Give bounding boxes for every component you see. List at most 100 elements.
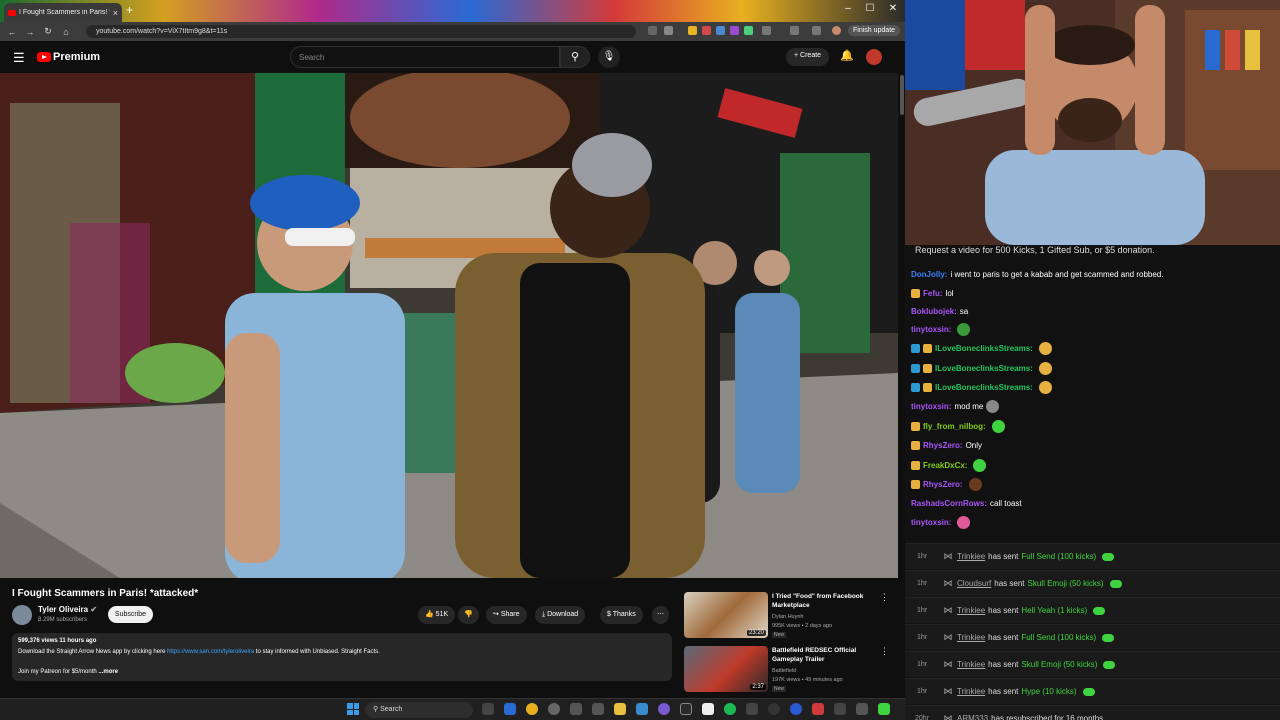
- chat-username[interactable]: DonJolly:: [911, 270, 947, 279]
- puzzle-icon[interactable]: [762, 26, 771, 35]
- app-icon[interactable]: [504, 703, 516, 715]
- dislike-button[interactable]: 👎: [458, 606, 479, 624]
- event-username[interactable]: Trinkiee: [957, 687, 985, 696]
- download-button[interactable]: ⤓ Download: [535, 606, 586, 624]
- recommended-video[interactable]: 23:20 I Tried "Food" from Facebook Marke…: [684, 592, 894, 638]
- search-button[interactable]: ⚲: [560, 46, 590, 68]
- app-icon[interactable]: [834, 703, 846, 715]
- close-tab-icon[interactable]: ×: [113, 8, 118, 18]
- channel-name[interactable]: Tyler Oliveira ✔: [38, 605, 97, 614]
- close-window-button[interactable]: ✕: [881, 3, 905, 14]
- extension-icon[interactable]: [744, 26, 753, 35]
- more-options-icon[interactable]: ⋮: [880, 592, 889, 603]
- share-button[interactable]: ↪ Share: [486, 606, 527, 624]
- profile-icon[interactable]: [832, 26, 841, 35]
- extension-icon[interactable]: [730, 26, 739, 35]
- app-icon[interactable]: [570, 703, 582, 715]
- url-bar[interactable]: youtube.com/watch?v=ViX7tItm9g8&t=11s: [86, 25, 636, 38]
- new-tab-button[interactable]: +: [126, 4, 133, 16]
- chat-username[interactable]: RhysZero:: [923, 480, 963, 489]
- youtube-brand[interactable]: Premium: [53, 51, 100, 63]
- reload-icon[interactable]: ↻: [39, 26, 57, 37]
- account-avatar[interactable]: [866, 49, 882, 65]
- event-username[interactable]: ARM333: [957, 714, 988, 720]
- chat-username[interactable]: RhysZero:: [923, 441, 963, 450]
- app-icon[interactable]: [680, 703, 692, 715]
- create-button[interactable]: + Create: [786, 48, 830, 66]
- tab-youtube[interactable]: I Fought Scammers in Paris! *at ×: [4, 3, 122, 22]
- forward-icon[interactable]: →: [21, 27, 39, 37]
- finish-update-button[interactable]: Finish update: [848, 25, 901, 36]
- extension-icon[interactable]: [716, 26, 725, 35]
- file-explorer-icon[interactable]: [614, 703, 626, 715]
- spotify-icon[interactable]: [724, 703, 736, 715]
- video-thumbnail[interactable]: 2:37: [684, 646, 768, 692]
- event-username[interactable]: Trinkiee: [957, 552, 985, 561]
- chat-username[interactable]: ILoveBoneclinksStreams:: [935, 364, 1033, 373]
- verified-badge-icon: [911, 343, 920, 353]
- more-options-icon[interactable]: ⋮: [880, 646, 889, 657]
- video-thumbnail[interactable]: 23:20: [684, 592, 768, 638]
- event-username[interactable]: Trinkiee: [957, 606, 985, 615]
- extension-icon[interactable]: [702, 26, 711, 35]
- chat-username[interactable]: tinytoxsin:: [911, 402, 951, 411]
- discord-icon[interactable]: [658, 703, 670, 715]
- maximize-button[interactable]: ☐: [858, 3, 882, 14]
- chat-username[interactable]: Fefu:: [923, 289, 943, 298]
- search-input[interactable]: Search: [290, 46, 560, 68]
- chat-username[interactable]: FreakDxCx:: [923, 461, 967, 470]
- app-icon[interactable]: [768, 703, 780, 715]
- app-icon[interactable]: [592, 703, 604, 715]
- thanks-button[interactable]: $ Thanks: [600, 606, 643, 624]
- back-icon[interactable]: ←: [3, 27, 21, 37]
- chat-username[interactable]: ILoveBoneclinksStreams:: [935, 383, 1033, 392]
- chat-username[interactable]: tinytoxsin:: [911, 518, 951, 527]
- menu-icon[interactable]: ☰: [13, 50, 25, 66]
- app-icon[interactable]: [636, 703, 648, 715]
- description-box[interactable]: 599,376 views 11 hours ago Download the …: [12, 633, 672, 681]
- chat-username[interactable]: ILoveBoneclinksStreams:: [935, 344, 1033, 353]
- recommended-video[interactable]: 2:37 Battlefield REDSEC Official Gamepla…: [684, 646, 894, 692]
- chrome-icon[interactable]: [526, 703, 538, 715]
- kick-icon[interactable]: [878, 703, 890, 715]
- event-username[interactable]: Trinkiee: [957, 633, 985, 642]
- event-time: 1hr: [916, 661, 928, 668]
- video-player[interactable]: [0, 73, 898, 578]
- like-button[interactable]: 👍 51K: [418, 606, 456, 624]
- channel-avatar[interactable]: [12, 605, 32, 625]
- microphone-icon[interactable]: 🎙: [598, 46, 620, 68]
- event-row: 1hr ⋈ Trinkiee has sent Hell Yeah (1 kicks): [905, 597, 1280, 623]
- home-icon[interactable]: ⌂: [57, 27, 75, 37]
- description-link[interactable]: https://www.san.com/tyleroliveira: [167, 649, 254, 655]
- cast-icon[interactable]: [648, 26, 657, 35]
- youtube-logo-icon[interactable]: [37, 52, 51, 62]
- subscribe-button[interactable]: Subscribe: [108, 606, 153, 623]
- download-icon[interactable]: [812, 26, 821, 35]
- video-duration: 23:20: [746, 630, 766, 636]
- sidebar-icon[interactable]: [790, 26, 799, 35]
- more-actions-button[interactable]: ⋯: [652, 606, 669, 624]
- chat-username[interactable]: fly_from_nilbog:: [923, 422, 986, 431]
- scrollbar-thumb[interactable]: [900, 75, 904, 115]
- chat-username[interactable]: RashadsCornRows:: [911, 499, 987, 508]
- extension-icon[interactable]: [688, 26, 697, 35]
- task-view-icon[interactable]: [482, 703, 494, 715]
- app-icon[interactable]: [702, 703, 714, 715]
- event-username[interactable]: Trinkiee: [957, 660, 985, 669]
- chat-message: RhysZero:: [911, 477, 982, 491]
- app-icon[interactable]: [746, 703, 758, 715]
- bookmark-star-icon[interactable]: [664, 26, 673, 35]
- app-icon[interactable]: [790, 703, 802, 715]
- chat-username[interactable]: Boklubojek:: [911, 307, 957, 316]
- taskbar-search[interactable]: ⚲ Search: [365, 702, 473, 718]
- chat-username[interactable]: tinytoxsin:: [911, 325, 951, 334]
- page-scrollbar[interactable]: [898, 73, 905, 698]
- app-icon[interactable]: [812, 703, 824, 715]
- notifications-bell-icon[interactable]: 🔔: [840, 49, 854, 62]
- minimize-button[interactable]: –: [836, 3, 860, 14]
- event-username[interactable]: Cloudsurf: [957, 579, 991, 588]
- windows-start-icon[interactable]: [347, 703, 359, 715]
- show-more-link[interactable]: ...more: [98, 669, 118, 675]
- app-icon[interactable]: [548, 703, 560, 715]
- app-icon[interactable]: [856, 703, 868, 715]
